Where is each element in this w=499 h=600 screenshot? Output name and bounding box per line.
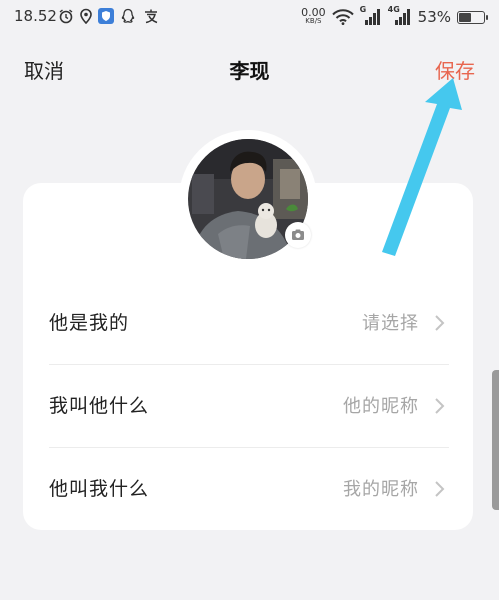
relation-row[interactable]: 他是我的 请选择 bbox=[23, 282, 473, 365]
row-value: 请选择 bbox=[362, 313, 419, 334]
save-button[interactable]: 保存 bbox=[435, 55, 475, 84]
camera-icon bbox=[292, 229, 304, 240]
shield-app-icon bbox=[98, 8, 114, 24]
row-label: 我叫他什么 bbox=[49, 395, 150, 417]
chevron-right-icon bbox=[435, 398, 445, 414]
status-right: 0.00 KB/S G 4G 53% bbox=[301, 4, 488, 30]
net-speed: 0.00 KB/S bbox=[301, 6, 326, 26]
status-bar: 18.52 0.00 KB/S G 4G 53% bbox=[0, 0, 499, 34]
row-value: 他的昵称 bbox=[343, 396, 419, 417]
signal-2-label: 4G bbox=[387, 5, 400, 14]
chevron-right-icon bbox=[435, 481, 445, 497]
location-icon bbox=[80, 8, 92, 24]
status-time: 18.52 bbox=[14, 7, 57, 25]
net-speed-value: 0.00 bbox=[301, 6, 326, 19]
row-label: 他是我的 bbox=[49, 312, 130, 334]
scrollbar[interactable] bbox=[492, 370, 499, 510]
page-title: 李现 bbox=[229, 59, 270, 83]
battery-level bbox=[459, 12, 472, 22]
change-avatar-button[interactable] bbox=[285, 222, 311, 248]
his-name-for-me-row[interactable]: 他叫我什么 我的昵称 bbox=[23, 448, 473, 531]
signal-2: 4G bbox=[387, 5, 412, 26]
nav-bar: 取消 李现 保存 bbox=[0, 52, 499, 88]
signal-1: G bbox=[359, 5, 382, 26]
battery-icon bbox=[457, 10, 488, 24]
signal-1-label: G bbox=[359, 5, 367, 14]
battery-percent: 53% bbox=[417, 8, 451, 26]
row-value: 我的昵称 bbox=[343, 479, 419, 500]
row-label: 他叫我什么 bbox=[49, 478, 150, 500]
chevron-right-icon bbox=[435, 315, 445, 331]
net-speed-unit: KB/S bbox=[305, 17, 322, 25]
my-name-for-him-row[interactable]: 我叫他什么 他的昵称 bbox=[23, 365, 473, 448]
wifi-icon bbox=[331, 9, 354, 25]
qq-icon bbox=[121, 8, 135, 23]
alarm-icon bbox=[59, 9, 73, 24]
alipay-icon bbox=[145, 9, 158, 24]
